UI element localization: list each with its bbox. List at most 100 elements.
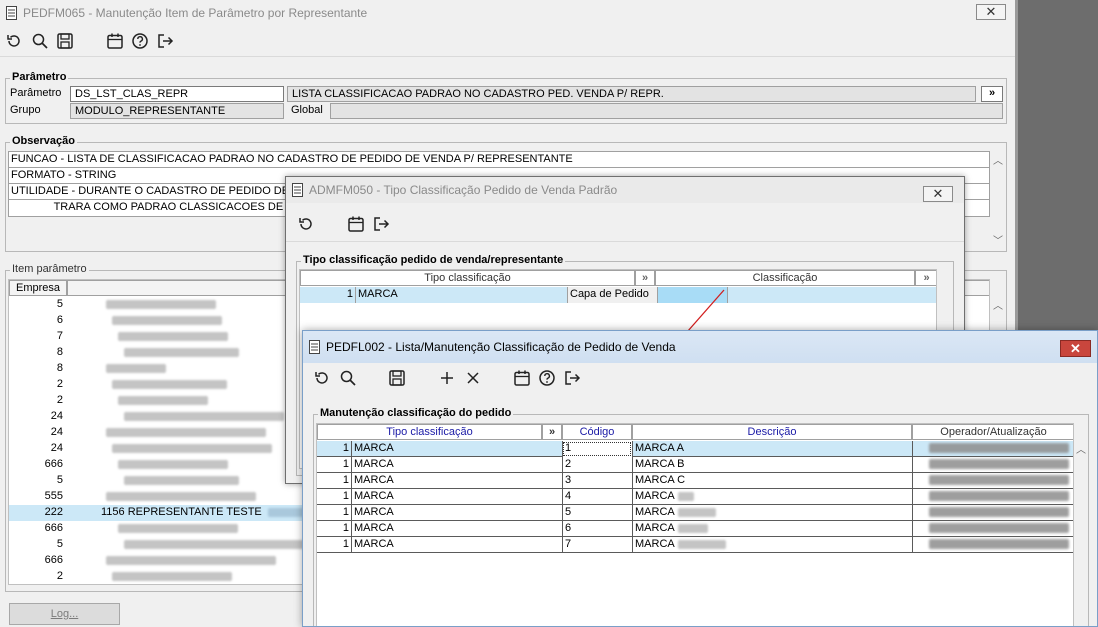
- row-descricao-text: MARCA B: [635, 458, 685, 470]
- redacted-text: [118, 331, 228, 341]
- redacted-text: [677, 507, 716, 517]
- row-codigo: 4: [562, 489, 632, 505]
- help-icon: [539, 370, 555, 386]
- save-button[interactable]: [55, 31, 75, 51]
- redacted-text: [929, 491, 1069, 502]
- redacted-text: [929, 459, 1069, 470]
- calendar-button[interactable]: [346, 214, 366, 234]
- redacted-text: [124, 539, 304, 549]
- table-row[interactable]: 1 MARCA Capa de Pedido: [300, 287, 936, 303]
- grupo-label: Grupo: [10, 104, 41, 116]
- observacao-scroll-up[interactable]: ︿: [991, 152, 1005, 167]
- row-tipo: MARCA: [351, 505, 562, 521]
- close-icon: ✕: [985, 4, 997, 19]
- row-empresa: 24: [50, 410, 63, 422]
- row-descricao-text: MARCA C: [635, 474, 686, 486]
- redacted-text: [929, 443, 1069, 454]
- calendar-button[interactable]: [512, 368, 532, 388]
- main-close-button[interactable]: ✕: [976, 4, 1006, 20]
- item-scroll-up[interactable]: ︿: [991, 297, 1005, 312]
- row-empresa: 8: [56, 346, 63, 358]
- admfm050-toolbar: [286, 211, 964, 239]
- redacted-text: [677, 523, 708, 533]
- help-button[interactable]: [130, 31, 150, 51]
- calendar-button[interactable]: [105, 31, 125, 51]
- item-parametro-group-title: Item parâmetro: [10, 263, 89, 275]
- classificacao-expand-button[interactable]: »: [915, 270, 936, 286]
- row-empresa: 6: [56, 314, 63, 326]
- expand-icon: »: [923, 272, 930, 284]
- search-button[interactable]: [338, 368, 358, 388]
- table-row[interactable]: 1 MARCA 6 MARCA: [317, 521, 1073, 537]
- row-descricao-text: MARCA: [635, 522, 675, 534]
- pedfl-scroll-up[interactable]: ︿: [1074, 441, 1088, 456]
- column-header-tipo-classificacao[interactable]: Tipo classificação: [300, 270, 635, 286]
- refresh-button[interactable]: [296, 214, 316, 234]
- redacted-text: [106, 555, 276, 565]
- exit-button[interactable]: [562, 368, 582, 388]
- redacted-text: [124, 411, 284, 421]
- row-operador: [912, 457, 1073, 473]
- pedfl002-titlebar: PEDFL002 - Lista/Manutenção Classificaçã…: [303, 331, 1097, 363]
- column-header-descricao[interactable]: Descrição: [632, 424, 912, 440]
- table-row[interactable]: 1 MARCA 3 MARCA C: [317, 473, 1073, 489]
- save-button[interactable]: [387, 368, 407, 388]
- exit-button[interactable]: [155, 31, 175, 51]
- help-icon: [132, 33, 148, 49]
- close-icon: ✕: [932, 186, 944, 201]
- column-header-tipo-classificacao[interactable]: Tipo classificação: [317, 424, 542, 440]
- pedfl002-close-button[interactable]: ✕: [1060, 340, 1091, 357]
- refresh-button[interactable]: [4, 31, 24, 51]
- expand-icon: »: [988, 87, 996, 99]
- row-codigo: 5: [562, 505, 632, 521]
- column-header-operador[interactable]: Operador/Atualização: [912, 424, 1073, 440]
- column-header-empresa[interactable]: Empresa: [9, 280, 67, 296]
- redacted-text: [677, 491, 694, 501]
- main-title: PEDFM065 - Manutenção Item de Parâmetro …: [23, 6, 368, 20]
- row-descricao: MARCA: [632, 537, 912, 553]
- parametro-field[interactable]: DS_LST_CLAS_REPR: [70, 86, 284, 102]
- table-row[interactable]: 1 MARCA 1 MARCA A: [317, 441, 1073, 457]
- row-codigo: 6: [562, 521, 632, 537]
- row-number: 1: [342, 506, 349, 518]
- admfm050-titlebar: ADMFM050 - Tipo Classificação Pedido de …: [286, 177, 964, 203]
- table-row[interactable]: 1 MARCA 2 MARCA B: [317, 457, 1073, 473]
- row-empresa: 24: [50, 426, 63, 438]
- row-empresa: 555: [44, 490, 63, 502]
- row-number: 1: [342, 522, 349, 534]
- row-classificacao-desc: [727, 287, 936, 303]
- row-descricao-text: MARCA: [635, 506, 675, 518]
- help-button[interactable]: [537, 368, 557, 388]
- redacted-text: [112, 443, 272, 453]
- row-empresa: 5: [56, 298, 63, 310]
- redacted-text: [929, 523, 1069, 534]
- observacao-scroll-down[interactable]: ﹀: [991, 232, 1005, 247]
- row-codigo[interactable]: 1: [562, 441, 632, 457]
- tipo-expand-button[interactable]: »: [542, 424, 562, 440]
- exit-icon: [565, 371, 581, 385]
- refresh-button[interactable]: [312, 368, 332, 388]
- delete-button[interactable]: [463, 368, 483, 388]
- pedfl002-toolbar: [303, 365, 1097, 393]
- table-row[interactable]: 1 MARCA 7 MARCA: [317, 537, 1073, 553]
- log-button[interactable]: Log...: [9, 603, 120, 625]
- redacted-text: [106, 363, 166, 373]
- parametro-expand-button[interactable]: »: [981, 86, 1003, 102]
- admfm050-close-button[interactable]: ✕: [923, 186, 953, 202]
- calendar-icon: [348, 216, 364, 232]
- save-icon: [389, 370, 405, 386]
- tipo-expand-button[interactable]: »: [635, 270, 655, 286]
- exit-button[interactable]: [371, 214, 391, 234]
- calendar-icon: [107, 33, 123, 49]
- row-number: 1: [342, 474, 349, 486]
- column-header-codigo[interactable]: Código: [562, 424, 632, 440]
- add-button[interactable]: [437, 368, 457, 388]
- row-tipo: MARCA: [351, 457, 562, 473]
- row-codigo: 2: [562, 457, 632, 473]
- table-row[interactable]: 1 MARCA 5 MARCA: [317, 505, 1073, 521]
- redacted-text: [118, 459, 228, 469]
- search-button[interactable]: [30, 31, 50, 51]
- table-row[interactable]: 1 MARCA 4 MARCA: [317, 489, 1073, 505]
- row-descricao: MARCA: [632, 521, 912, 537]
- search-icon: [32, 33, 48, 49]
